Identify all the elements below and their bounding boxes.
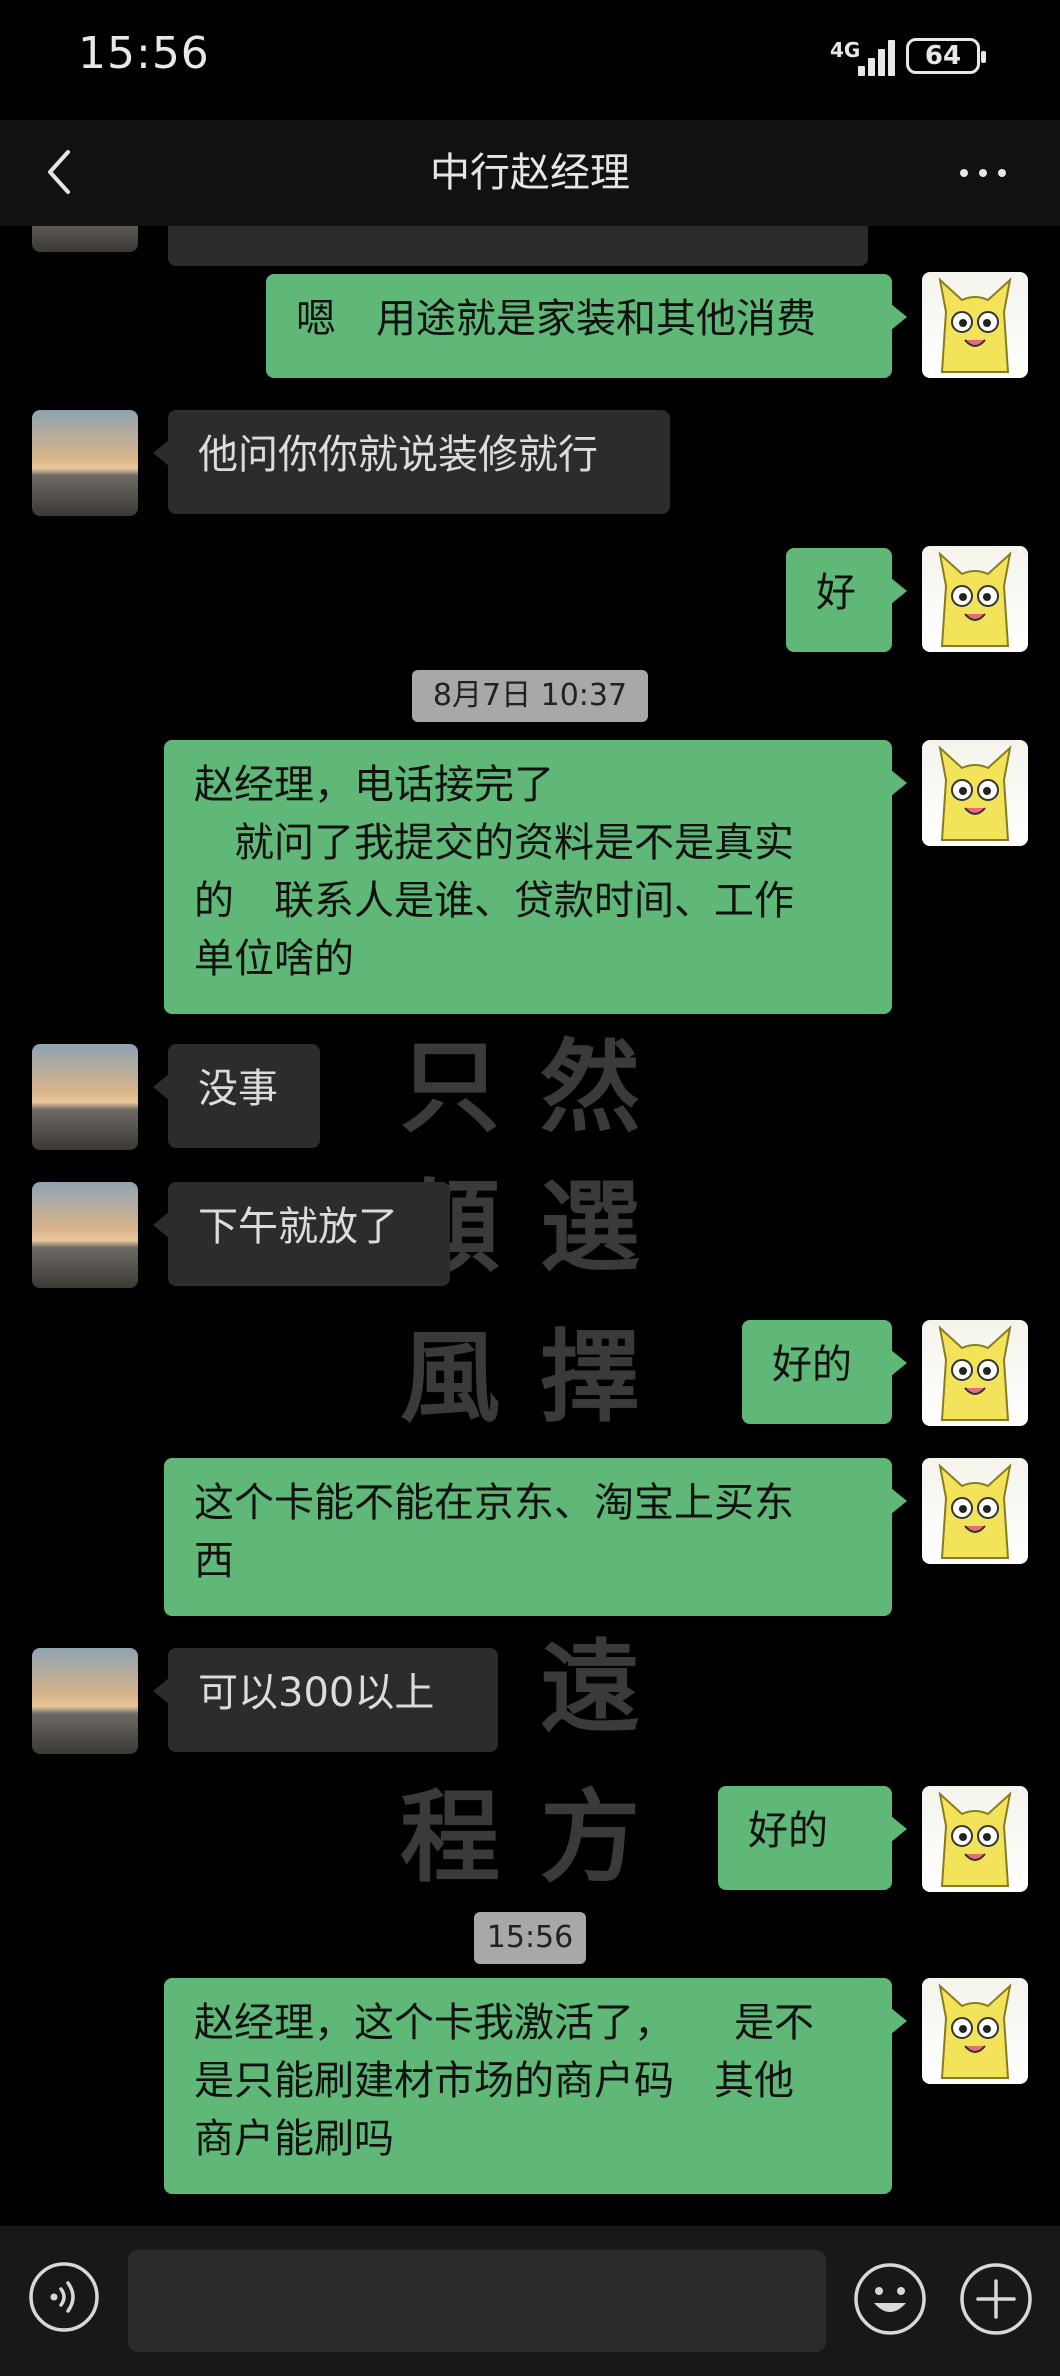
timestamp-badge: 15:56	[474, 1912, 586, 1964]
message-bubble-outgoing[interactable]: 嗯 用途就是家装和其他消费	[266, 274, 907, 378]
input-bar	[0, 2226, 1060, 2376]
cartoon-avatar-icon	[938, 1983, 1012, 2079]
message-bubble-incoming[interactable]: 可以300以上	[153, 1648, 498, 1752]
message-bubble-outgoing[interactable]: 好	[786, 548, 907, 652]
contact-avatar[interactable]	[32, 1648, 138, 1754]
emoji-icon[interactable]	[852, 2261, 928, 2337]
battery-level: 64	[924, 41, 962, 71]
more-options-icon[interactable]	[958, 158, 1008, 188]
watermark-char: 選	[540, 1168, 644, 1286]
cartoon-avatar-icon	[938, 277, 1012, 373]
message-bubble-outgoing[interactable]: 赵经理，电话接完了 就问了我提交的资料是不是真实 的 联系人是谁、贷款时间、工作…	[164, 740, 907, 1014]
watermark-char: 然	[540, 1028, 644, 1146]
my-avatar[interactable]	[922, 1978, 1028, 2084]
status-time: 15:56	[78, 28, 210, 79]
cartoon-avatar-icon	[938, 551, 1012, 647]
contact-avatar[interactable]	[32, 226, 138, 252]
message-bubble-outgoing[interactable]: 这个卡能不能在京东、淘宝上买东 西	[164, 1458, 907, 1616]
my-avatar[interactable]	[922, 1320, 1028, 1426]
message-bubble-outgoing[interactable]: 赵经理，这个卡我激活了， 是不 是只能刷建材市场的商户码 其他 商户能刷吗	[164, 1978, 907, 2194]
status-bar: 15:56 4G 64	[0, 0, 1060, 120]
message-input[interactable]	[128, 2250, 826, 2352]
nav-bar: 中行赵经理	[0, 120, 1060, 226]
watermark-char: 遠	[540, 1628, 644, 1746]
contact-avatar[interactable]	[32, 1044, 138, 1150]
contact-avatar[interactable]	[32, 1182, 138, 1288]
my-avatar[interactable]	[922, 546, 1028, 652]
cartoon-avatar-icon	[938, 1463, 1012, 1559]
my-avatar[interactable]	[922, 272, 1028, 378]
watermark-char: 擇	[540, 1318, 644, 1436]
message-bubble-incoming[interactable]: 没事	[153, 1044, 320, 1148]
contact-avatar[interactable]	[32, 410, 138, 516]
message-bubble-incoming[interactable]	[168, 226, 868, 266]
message-bubble-outgoing[interactable]: 好的	[742, 1320, 907, 1424]
timestamp-badge: 8月7日 10:37	[412, 670, 648, 722]
my-avatar[interactable]	[922, 740, 1028, 846]
voice-input-icon[interactable]	[28, 2261, 100, 2333]
signal-icon	[850, 38, 896, 76]
cartoon-avatar-icon	[938, 1791, 1012, 1887]
my-avatar[interactable]	[922, 1786, 1028, 1892]
cartoon-avatar-icon	[938, 745, 1012, 841]
watermark-char: 風	[400, 1318, 504, 1436]
message-bubble-incoming[interactable]: 他问你你就说装修就行	[153, 410, 670, 514]
watermark-char: 程	[400, 1778, 504, 1896]
add-more-icon[interactable]	[958, 2261, 1034, 2337]
watermark-char: 方	[540, 1778, 644, 1896]
message-bubble-incoming[interactable]: 下午就放了	[153, 1182, 450, 1286]
message-bubble-outgoing[interactable]: 好的	[718, 1786, 907, 1890]
battery-icon: 64	[906, 38, 986, 74]
chat-history[interactable]: 只 然 顛 選 風 擇 遠 程 方 嗯 用途就是家装和其他消费 他问你你就说装修…	[0, 226, 1060, 2226]
my-avatar[interactable]	[922, 1458, 1028, 1564]
cartoon-avatar-icon	[938, 1325, 1012, 1421]
chat-title: 中行赵经理	[430, 150, 630, 196]
watermark-char: 只	[400, 1028, 504, 1146]
